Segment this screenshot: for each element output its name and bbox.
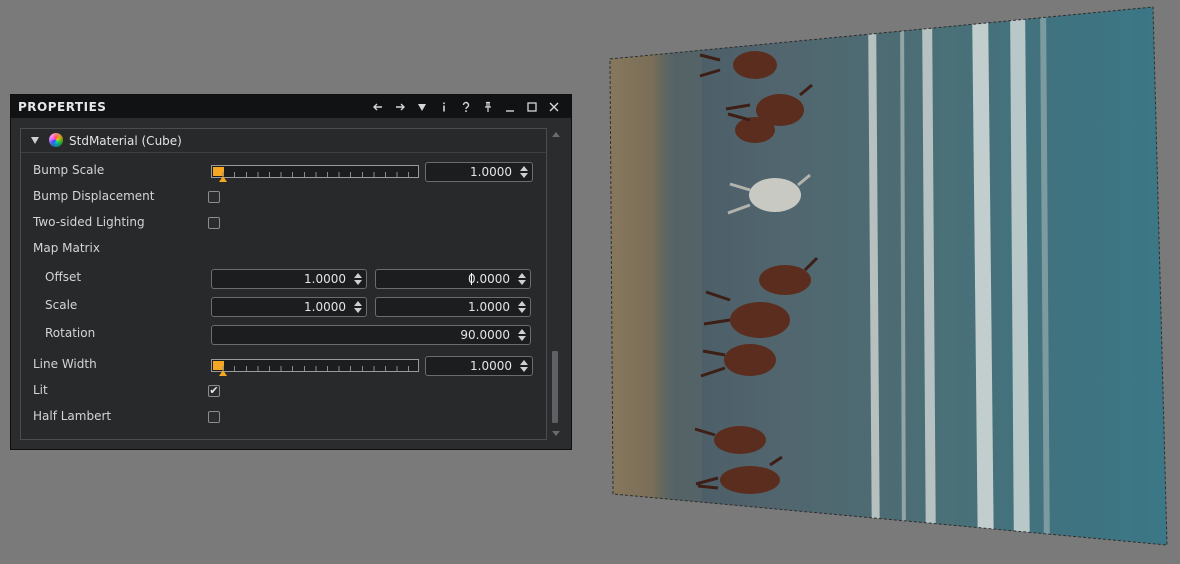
line-width-slider-handle[interactable] [219, 370, 227, 376]
maximize-icon[interactable] [521, 98, 543, 115]
checkmark-icon: ✔ [209, 384, 219, 397]
line-width-spinner-icon[interactable] [520, 359, 529, 373]
rotation-field[interactable]: 90.0000 [211, 325, 531, 345]
collapse-triangle-icon[interactable] [31, 137, 39, 144]
rotation-label: Rotation [45, 326, 96, 340]
section-title: StdMaterial (Cube) [69, 134, 182, 148]
viewport-textured-plane[interactable] [600, 0, 1180, 564]
offset-x-field[interactable]: 1.0000 [211, 269, 367, 289]
bump-displacement-label: Bump Displacement [33, 189, 155, 203]
pin-icon[interactable] [477, 98, 499, 115]
two-sided-lighting-label: Two-sided Lighting [33, 215, 145, 229]
bump-scale-label: Bump Scale [33, 163, 105, 177]
scale-y-value: 1.0000 [468, 300, 510, 314]
bump-scale-slider-ticks [212, 172, 418, 177]
back-arrow-icon[interactable] [367, 98, 389, 115]
bump-scale-slider[interactable] [211, 165, 419, 182]
scale-x-spinner-icon[interactable] [354, 300, 363, 314]
scale-x-value: 1.0000 [304, 300, 346, 314]
properties-content: StdMaterial (Cube) Bump Scale 1.0000 Bum… [20, 128, 547, 440]
lit-checkbox[interactable]: ✔ [208, 385, 220, 397]
map-matrix-label: Map Matrix [33, 241, 100, 255]
two-sided-lighting-checkbox[interactable] [208, 217, 220, 229]
bump-scale-field[interactable]: 1.0000 [425, 162, 533, 182]
scale-label: Scale [45, 298, 78, 312]
dropdown-icon[interactable] [411, 98, 433, 115]
beach-horses-texture [610, 7, 1167, 545]
bump-displacement-checkbox[interactable] [208, 191, 220, 203]
offset-x-value: 1.0000 [304, 272, 346, 286]
half-lambert-checkbox[interactable] [208, 411, 220, 423]
offset-y-field[interactable]: 0.0000 [375, 269, 531, 289]
offset-x-spinner-icon[interactable] [354, 272, 363, 286]
line-width-slider[interactable] [211, 359, 419, 376]
info-icon[interactable] [433, 98, 455, 115]
lit-label: Lit [33, 383, 48, 397]
bump-scale-slider-handle[interactable] [219, 176, 227, 182]
panel-title: PROPERTIES [18, 100, 107, 114]
line-width-value: 1.0000 [470, 359, 512, 373]
rotation-spinner-icon[interactable] [518, 328, 527, 342]
scale-y-spinner-icon[interactable] [518, 300, 527, 314]
forward-arrow-icon[interactable] [389, 98, 411, 115]
panel-toolbar [367, 98, 565, 115]
material-section-header[interactable]: StdMaterial (Cube) [21, 129, 546, 153]
help-icon[interactable] [455, 98, 477, 115]
line-width-field[interactable]: 1.0000 [425, 356, 533, 376]
bump-scale-value: 1.0000 [470, 165, 512, 179]
rotation-value: 90.0000 [460, 328, 510, 342]
scroll-down-arrow-icon[interactable] [552, 431, 560, 436]
panel-scrollbar[interactable] [551, 128, 561, 440]
offset-y-spinner-icon[interactable] [518, 272, 527, 286]
text-cursor [471, 273, 472, 285]
half-lambert-label: Half Lambert [33, 409, 112, 423]
bump-scale-spinner-icon[interactable] [520, 165, 529, 179]
properties-panel: PROPERTIES StdMaterial (Cube) Bump Scale… [10, 94, 572, 450]
offset-label: Offset [45, 270, 82, 284]
line-width-label: Line Width [33, 357, 97, 371]
material-sphere-icon [49, 133, 63, 147]
line-width-slider-ticks [212, 366, 418, 371]
minimize-icon[interactable] [499, 98, 521, 115]
close-icon[interactable] [543, 98, 565, 115]
scale-y-field[interactable]: 1.0000 [375, 297, 531, 317]
scale-x-field[interactable]: 1.0000 [211, 297, 367, 317]
scroll-up-arrow-icon[interactable] [552, 132, 560, 137]
panel-titlebar[interactable]: PROPERTIES [11, 95, 571, 118]
scrollbar-thumb[interactable] [552, 351, 558, 423]
offset-y-value: 0.0000 [468, 272, 510, 286]
